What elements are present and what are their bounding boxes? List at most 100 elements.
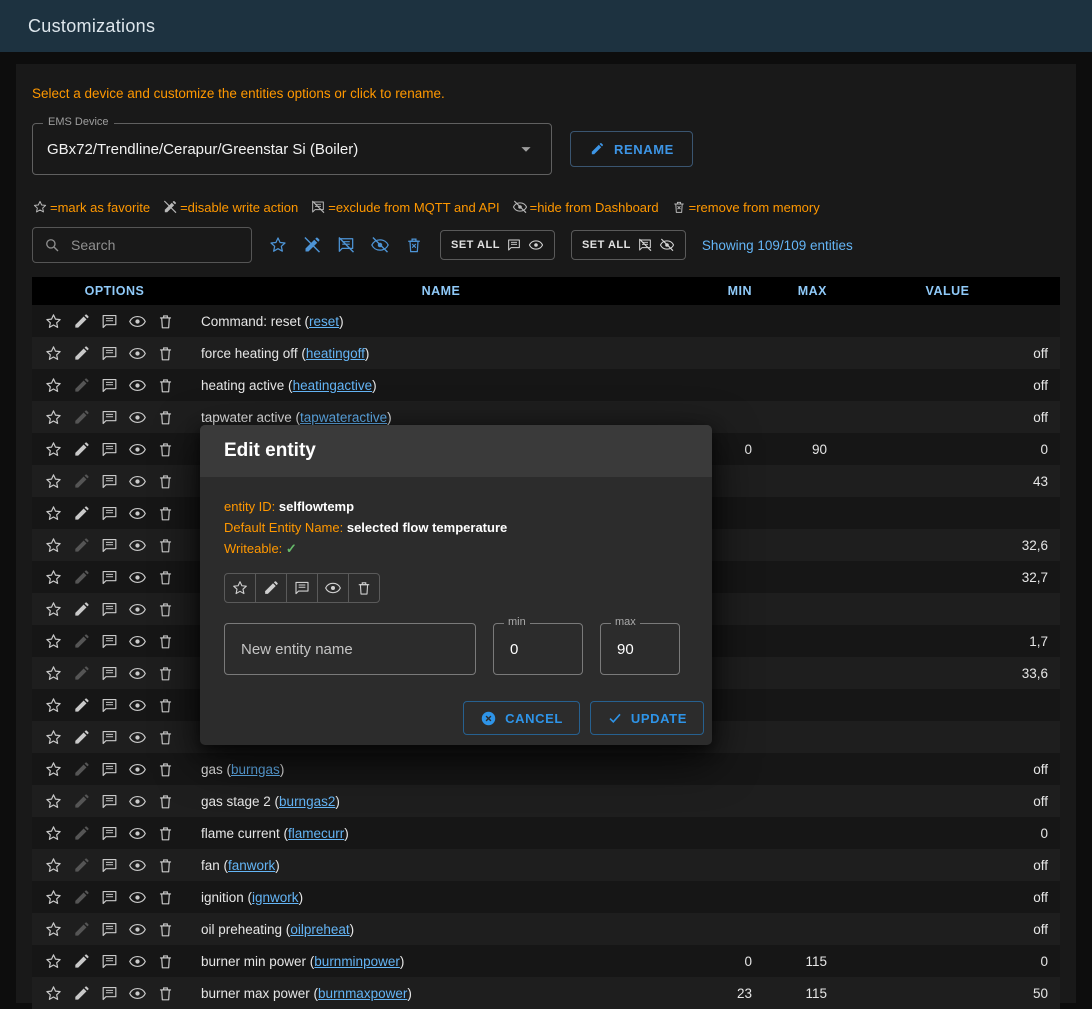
eye-icon[interactable]: [128, 344, 147, 363]
comment-icon[interactable]: [100, 920, 119, 939]
ems-device-select[interactable]: EMS Device GBx72/Trendline/Cerapur/Green…: [32, 123, 552, 175]
cancel-button[interactable]: CANCEL: [463, 701, 580, 735]
star-icon[interactable]: [44, 376, 63, 395]
comment-icon[interactable]: [100, 376, 119, 395]
edit-icon[interactable]: [72, 664, 91, 683]
edit-icon[interactable]: [72, 856, 91, 875]
star-icon[interactable]: [44, 472, 63, 491]
comment-icon[interactable]: [100, 632, 119, 651]
star-icon[interactable]: [225, 574, 256, 602]
eye-icon[interactable]: [128, 888, 147, 907]
entity-link[interactable]: burngas: [231, 762, 280, 777]
comment-icon[interactable]: [100, 472, 119, 491]
comment-icon[interactable]: [287, 574, 318, 602]
edit-icon[interactable]: [72, 536, 91, 555]
eye-icon[interactable]: [128, 824, 147, 843]
star-icon[interactable]: [44, 760, 63, 779]
edit-icon[interactable]: [72, 760, 91, 779]
max-input[interactable]: [615, 640, 665, 659]
star-icon[interactable]: [44, 664, 63, 683]
comment-icon[interactable]: [100, 440, 119, 459]
star-icon[interactable]: [44, 728, 63, 747]
rename-button[interactable]: RENAME: [570, 131, 693, 167]
new-entity-name-input[interactable]: [239, 640, 461, 659]
eye-icon[interactable]: [128, 408, 147, 427]
eye-icon[interactable]: [128, 536, 147, 555]
eye-icon[interactable]: [128, 376, 147, 395]
eye-icon[interactable]: [128, 696, 147, 715]
comment-icon[interactable]: [100, 856, 119, 875]
search-field[interactable]: [32, 227, 252, 263]
delete-icon[interactable]: [156, 376, 175, 395]
star-icon[interactable]: [44, 984, 63, 1003]
edit-icon[interactable]: [72, 984, 91, 1003]
max-field[interactable]: max: [600, 623, 680, 675]
edit-icon[interactable]: [72, 568, 91, 587]
comment-icon[interactable]: [100, 504, 119, 523]
eye-icon[interactable]: [128, 856, 147, 875]
delete-icon[interactable]: [156, 856, 175, 875]
eye-icon[interactable]: [128, 568, 147, 587]
delete-icon[interactable]: [156, 408, 175, 427]
entity-link[interactable]: burngas2: [279, 794, 335, 809]
eye-icon[interactable]: [128, 728, 147, 747]
star-icon[interactable]: [44, 888, 63, 907]
star-icon[interactable]: [44, 440, 63, 459]
comment-icon[interactable]: [100, 696, 119, 715]
delete-icon[interactable]: [349, 574, 379, 602]
edit-icon[interactable]: [256, 574, 287, 602]
comment-icon[interactable]: [100, 888, 119, 907]
edit-icon[interactable]: [72, 824, 91, 843]
delete-icon[interactable]: [156, 696, 175, 715]
delete-icon[interactable]: [156, 568, 175, 587]
delete-icon[interactable]: [156, 888, 175, 907]
new-entity-name-field[interactable]: [224, 623, 476, 675]
eye-icon[interactable]: [318, 574, 349, 602]
comment-icon[interactable]: [100, 312, 119, 331]
comment-icon[interactable]: [100, 600, 119, 619]
edit-icon[interactable]: [72, 600, 91, 619]
delete-icon[interactable]: [156, 344, 175, 363]
delete-icon[interactable]: [156, 760, 175, 779]
star-icon[interactable]: [44, 696, 63, 715]
eye-icon[interactable]: [128, 504, 147, 523]
min-input[interactable]: [508, 640, 568, 659]
star-icon[interactable]: [44, 856, 63, 875]
eye-off-icon[interactable]: [370, 235, 390, 255]
eye-icon[interactable]: [128, 664, 147, 683]
delete-icon[interactable]: [156, 984, 175, 1003]
comment-icon[interactable]: [100, 952, 119, 971]
eye-icon[interactable]: [128, 632, 147, 651]
delete-icon[interactable]: [156, 920, 175, 939]
entity-link[interactable]: burnminpower: [314, 954, 400, 969]
edit-icon[interactable]: [72, 792, 91, 811]
star-icon[interactable]: [268, 235, 288, 255]
delete-icon[interactable]: [156, 792, 175, 811]
delete-icon[interactable]: [156, 312, 175, 331]
edit-icon[interactable]: [72, 952, 91, 971]
eye-icon[interactable]: [128, 952, 147, 971]
star-icon[interactable]: [44, 920, 63, 939]
star-icon[interactable]: [44, 600, 63, 619]
edit-off-icon[interactable]: [302, 235, 322, 255]
edit-icon[interactable]: [72, 888, 91, 907]
delete-icon[interactable]: [156, 728, 175, 747]
comment-icon[interactable]: [100, 344, 119, 363]
star-icon[interactable]: [44, 792, 63, 811]
star-icon[interactable]: [44, 312, 63, 331]
search-input[interactable]: [69, 236, 241, 254]
star-icon[interactable]: [44, 952, 63, 971]
star-icon[interactable]: [44, 632, 63, 651]
min-field[interactable]: min: [493, 623, 583, 675]
eye-icon[interactable]: [128, 440, 147, 459]
eye-icon[interactable]: [128, 760, 147, 779]
delete-icon[interactable]: [156, 504, 175, 523]
eye-icon[interactable]: [128, 984, 147, 1003]
comment-icon[interactable]: [100, 824, 119, 843]
delete-icon[interactable]: [156, 440, 175, 459]
edit-icon[interactable]: [72, 504, 91, 523]
edit-icon[interactable]: [72, 440, 91, 459]
comment-icon[interactable]: [100, 568, 119, 587]
star-icon[interactable]: [44, 344, 63, 363]
delete-icon[interactable]: [156, 824, 175, 843]
